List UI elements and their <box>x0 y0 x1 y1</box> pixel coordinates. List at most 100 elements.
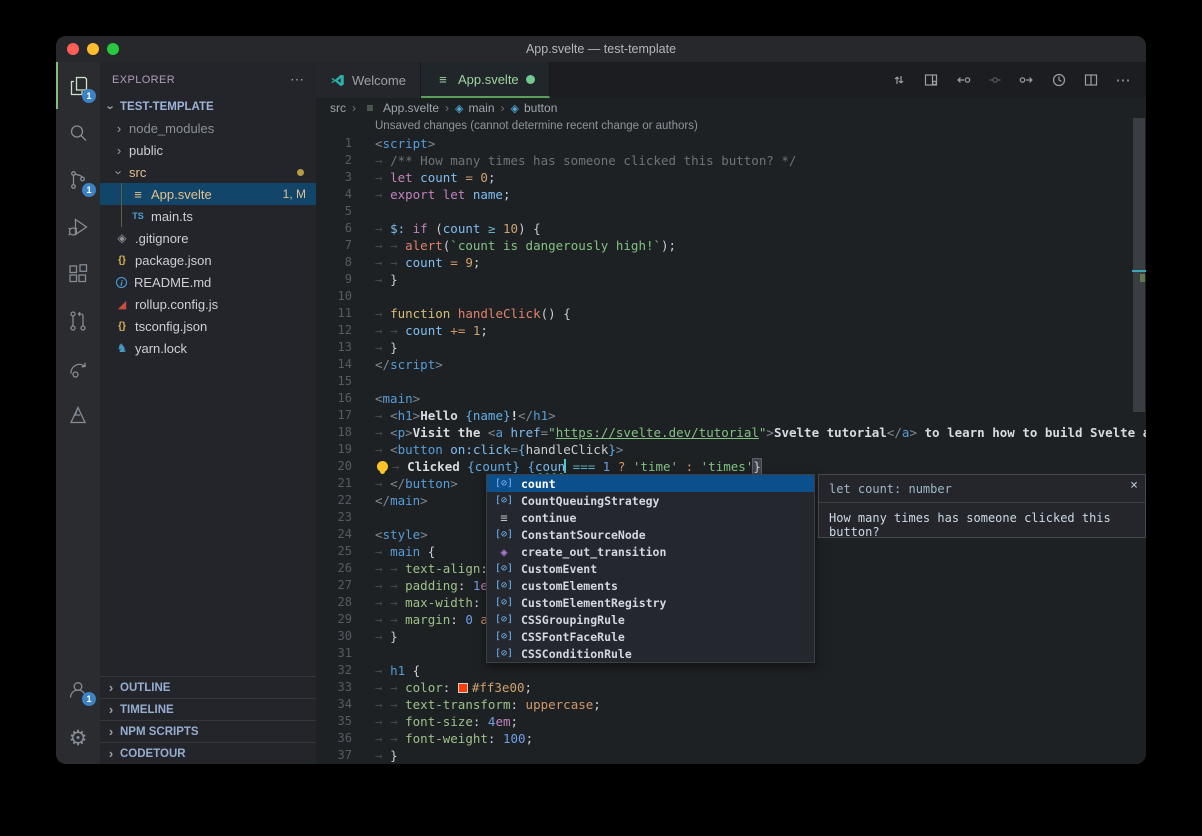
suggest-label: CountQueuingStrategy <box>521 494 659 508</box>
section-outline[interactable]: ›OUTLINE <box>100 676 316 698</box>
project-root-row[interactable]: › TEST-TEMPLATE <box>100 97 316 117</box>
tab-welcome[interactable]: Welcome <box>316 62 421 98</box>
suggest-item-cssfontfacerule[interactable]: [⊘]CSSFontFaceRule <box>487 628 814 645</box>
file-row-yarn-lock[interactable]: ♞yarn.lock <box>100 337 316 359</box>
split-editor-icon[interactable] <box>1080 69 1102 91</box>
title-bar: App.svelte — test-template <box>56 36 1146 62</box>
code-line-36[interactable]: 36→ → font-weight: 100; <box>316 730 1146 747</box>
scrollbar-slider[interactable] <box>1133 118 1145 412</box>
breadcrumb-item-src[interactable]: src <box>330 101 346 115</box>
code-line-17[interactable]: 17→ <h1>Hello {name}!</h1> <box>316 407 1146 424</box>
code-line-11[interactable]: 11→ function handleClick() { <box>316 305 1146 322</box>
hover-doc: How many times has someone clicked this … <box>819 503 1145 547</box>
tab-whitespace-icon: → <box>375 221 390 236</box>
file-row-package-json[interactable]: {}package.json <box>100 249 316 271</box>
code-line-34[interactable]: 34→ → text-transform: uppercase; <box>316 696 1146 713</box>
file-history-icon[interactable] <box>1048 69 1070 91</box>
previous-change-icon[interactable] <box>952 69 974 91</box>
code-line-2[interactable]: 2→ /** How many times has someone clicke… <box>316 152 1146 169</box>
suggest-item-cssconditionrule[interactable]: [⊘]CSSConditionRule <box>487 645 814 662</box>
file-row--gitignore[interactable]: ◈.gitignore <box>100 227 316 249</box>
accounts-icon[interactable]: 1 <box>56 665 100 712</box>
suggest-item-continue[interactable]: ≡continue <box>487 509 814 526</box>
breadcrumb-item-app-svelte[interactable]: ≡App.svelte <box>362 101 439 115</box>
run-debug-icon[interactable] <box>56 203 100 250</box>
explorer-icon[interactable]: 1 <box>56 62 100 109</box>
line-content: → → font-size: 4em; <box>352 713 518 730</box>
line-number: 30 <box>316 628 352 645</box>
code-line-4[interactable]: 4→ export let name; <box>316 186 1146 203</box>
file-name: node_modules <box>129 121 316 136</box>
code-line-14[interactable]: 14</script> <box>316 356 1146 373</box>
tab-whitespace-icon: → <box>390 612 405 627</box>
editor-scrollbar[interactable] <box>1132 118 1146 764</box>
code-line-35[interactable]: 35→ → font-size: 4em; <box>316 713 1146 730</box>
file-row-app-svelte[interactable]: ≡App.svelte1, M <box>100 183 316 205</box>
section-npm-scripts[interactable]: ›NPM SCRIPTS <box>100 720 316 742</box>
suggest-item-countqueuingstrategy[interactable]: [⊘]CountQueuingStrategy <box>487 492 814 509</box>
editor-toolbar: ⋯ <box>888 62 1146 98</box>
code-line-5[interactable]: 5 <box>316 203 1146 220</box>
suggest-item-customelementregistry[interactable]: [⊘]CustomElementRegistry <box>487 594 814 611</box>
breadcrumb-separator-icon: › <box>501 101 505 115</box>
breadcrumbs: src›≡App.svelte›◈main›◈button <box>316 98 1146 118</box>
modified-dot-icon <box>526 75 535 84</box>
line-content <box>352 373 375 390</box>
code-line-6[interactable]: 6→ $: if (count ≥ 10) { <box>316 220 1146 237</box>
code-line-3[interactable]: 3→ let count = 0; <box>316 169 1146 186</box>
code-line-9[interactable]: 9→ } <box>316 271 1146 288</box>
github-pull-request-icon[interactable] <box>56 297 100 344</box>
settings-gear-icon[interactable]: ⚙ <box>56 712 100 764</box>
codelens-annotation[interactable]: Unsaved changes (cannot determine recent… <box>316 118 1146 135</box>
file-row-rollup-config-js[interactable]: ◢rollup.config.js <box>100 293 316 315</box>
file-row-public[interactable]: ›public <box>100 139 316 161</box>
tab-whitespace-icon: → <box>375 697 390 712</box>
code-line-20[interactable]: 20→ Clicked {count} {coun === 1 ? 'time'… <box>316 458 1146 475</box>
azure-icon[interactable] <box>56 391 100 438</box>
search-icon[interactable] <box>56 109 100 156</box>
breadcrumb-item-button[interactable]: ◈button <box>511 101 558 115</box>
file-row-src[interactable]: ›src <box>100 161 316 183</box>
compare-changes-icon[interactable] <box>888 69 910 91</box>
suggest-item-customevent[interactable]: [⊘]CustomEvent <box>487 560 814 577</box>
suggest-item-create_out_transition[interactable]: ◈create_out_transition <box>487 543 814 560</box>
code-line-12[interactable]: 12→ → count += 1; <box>316 322 1146 339</box>
tab-app-svelte[interactable]: ≡ App.svelte <box>421 62 550 98</box>
code-line-10[interactable]: 10 <box>316 288 1146 305</box>
section-codetour[interactable]: ›CODETOUR <box>100 742 316 764</box>
file-row-node-modules[interactable]: ›node_modules <box>100 117 316 139</box>
source-control-icon[interactable]: 1 <box>56 156 100 203</box>
lightbulb-icon[interactable] <box>377 461 388 472</box>
explorer-more-actions-icon[interactable]: ⋯ <box>290 71 304 88</box>
breadcrumb-item-main[interactable]: ◈main <box>455 101 494 115</box>
extensions-icon[interactable] <box>56 250 100 297</box>
line-content <box>352 645 375 662</box>
code-line-18[interactable]: 18→ <p>Visit the <a href="https://svelte… <box>316 424 1146 441</box>
suggest-item-constantsourcenode[interactable]: [⊘]ConstantSourceNode <box>487 526 814 543</box>
suggest-item-customelements[interactable]: [⊘]customElements <box>487 577 814 594</box>
open-changes-icon[interactable] <box>920 69 942 91</box>
next-change-icon[interactable] <box>1016 69 1038 91</box>
code-editor[interactable]: Unsaved changes (cannot determine recent… <box>316 118 1146 764</box>
code-line-32[interactable]: 32→ h1 { <box>316 662 1146 679</box>
section-label: NPM SCRIPTS <box>120 726 199 738</box>
code-line-19[interactable]: 19→ <button on:click={handleClick}> <box>316 441 1146 458</box>
suggest-item-cssgroupingrule[interactable]: [⊘]CSSGroupingRule <box>487 611 814 628</box>
code-line-7[interactable]: 7→ → alert(`count is dangerously high!`)… <box>316 237 1146 254</box>
line-content: → h1 { <box>352 662 420 679</box>
tab-welcome-label: Welcome <box>352 73 406 88</box>
code-line-13[interactable]: 13→ } <box>316 339 1146 356</box>
code-line-16[interactable]: 16<main> <box>316 390 1146 407</box>
code-line-33[interactable]: 33→ → color: #ff3e00; <box>316 679 1146 696</box>
file-row-main-ts[interactable]: TSmain.ts <box>100 205 316 227</box>
file-row-tsconfig-json[interactable]: {}tsconfig.json <box>100 315 316 337</box>
code-line-1[interactable]: 1<script> <box>316 135 1146 152</box>
live-share-icon[interactable] <box>56 344 100 391</box>
more-actions-icon[interactable]: ⋯ <box>1112 69 1134 91</box>
suggest-item-count[interactable]: [⊘]count <box>487 475 814 492</box>
code-line-15[interactable]: 15 <box>316 373 1146 390</box>
code-line-8[interactable]: 8→ → count = 9; <box>316 254 1146 271</box>
file-row-readme-md[interactable]: iREADME.md <box>100 271 316 293</box>
code-line-37[interactable]: 37→ } <box>316 747 1146 764</box>
section-timeline[interactable]: ›TIMELINE <box>100 698 316 720</box>
